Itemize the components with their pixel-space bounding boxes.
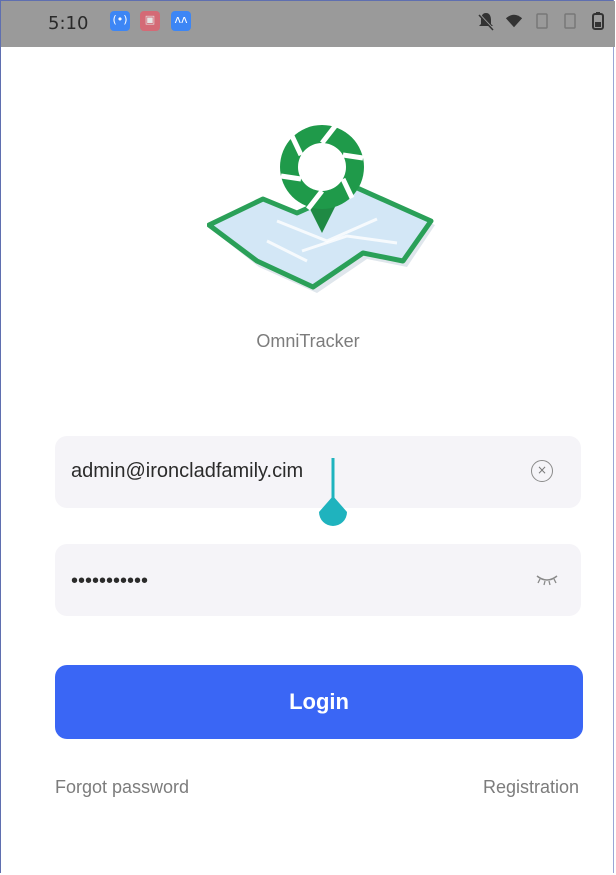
bell-off-icon: [478, 13, 494, 31]
status-time: 5:10: [48, 13, 89, 34]
sim-icon: [564, 13, 576, 29]
app-screen: 5:10 (•) ▣ ʌʌ OmniTracker admin@ironclad…: [0, 0, 615, 873]
email-input-value[interactable]: admin@ironcladfamily.cim: [71, 460, 303, 483]
wifi-icon: [505, 14, 523, 28]
mail-icon: ʌʌ: [171, 11, 191, 31]
photo-icon: ▣: [140, 11, 160, 31]
eye-closed-icon[interactable]: [535, 572, 559, 586]
status-icons: [477, 11, 607, 31]
status-bar: 5:10 (•) ▣ ʌʌ: [1, 1, 615, 47]
clear-icon[interactable]: ×: [531, 460, 553, 482]
app-name: OmniTracker: [256, 331, 360, 351]
forgot-password-link[interactable]: Forgot password: [55, 777, 189, 798]
text-cursor-handle[interactable]: [315, 456, 351, 536]
battery-icon: [592, 12, 604, 30]
login-button[interactable]: Login: [55, 665, 583, 739]
sim-icon: [536, 13, 548, 29]
app-logo: [207, 123, 435, 293]
screencast-icon: (•): [110, 11, 130, 31]
registration-link[interactable]: Registration: [483, 777, 579, 798]
password-input-value[interactable]: •••••••••••: [71, 570, 148, 593]
password-field[interactable]: •••••••••••: [55, 544, 581, 616]
